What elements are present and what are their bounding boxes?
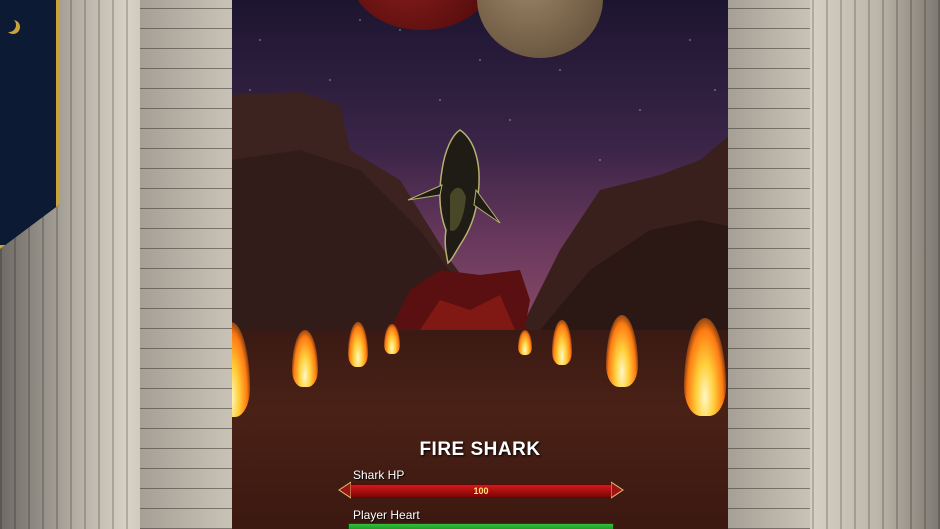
shark-hp-label: Shark HP	[353, 468, 405, 482]
boss-name: FIRE SHARK	[419, 439, 541, 460]
game-scene: FIRE SHARK Shark HP 100 Player Heart	[0, 0, 940, 529]
player-heart-label: Player Heart	[353, 508, 420, 522]
shark-hp-value: 100	[473, 486, 489, 496]
bar-right-cap-icon	[611, 481, 624, 499]
player-heart-bar	[348, 523, 614, 529]
shark-hp-bar: 100	[338, 481, 624, 499]
player-heart-fill	[349, 524, 613, 529]
hud-overlay: FIRE SHARK Shark HP 100 Player Heart	[0, 0, 940, 529]
